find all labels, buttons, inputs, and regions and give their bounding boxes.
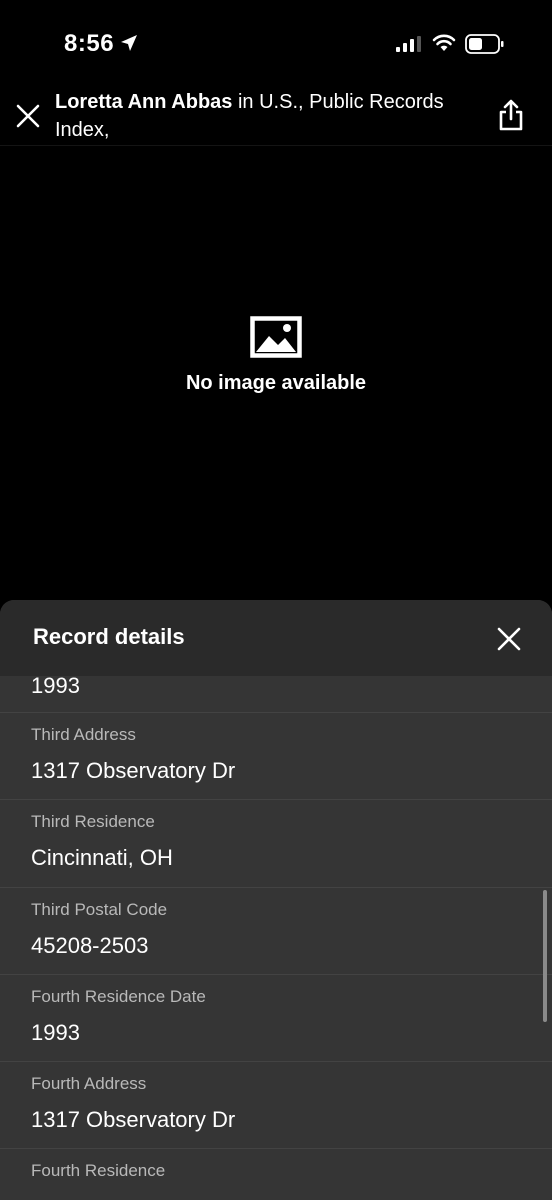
field-third-postal-code: Third Postal Code 45208-2503 [0,887,552,974]
field-label: Third Residence [31,812,155,831]
field-label: Third Address [31,725,136,744]
top-bar: Loretta Ann Abbas in U.S., Public Record… [0,86,552,146]
no-image-text: No image available [185,372,367,394]
status-bar: 8:56 [0,0,552,90]
field-third-residence: Third Residence Cincinnati, OH [0,799,552,886]
cellular-signal-icon [396,36,421,52]
field-fourth-residence: Fourth Residence [0,1148,552,1200]
field-fourth-residence-date: Fourth Residence Date 1993 [0,974,552,1061]
scrollbar[interactable] [543,890,547,1022]
field-label: Third Postal Code [31,900,168,919]
record-title: Loretta Ann Abbas in U.S., Public Record… [55,88,475,144]
field-label: Fourth Address [31,1074,147,1093]
person-name: Loretta Ann Abbas [55,91,233,113]
battery-icon [465,34,504,54]
field-value: Cincinnati, OH [31,845,173,870]
record-details-sheet: Record details 1993 Third Address 1317 O… [0,600,552,1200]
close-sheet-icon[interactable] [495,625,523,653]
field-label: Fourth Residence Date [31,987,206,1006]
close-icon[interactable] [14,102,42,130]
field-label: Fourth Residence [31,1161,166,1180]
sheet-header: Record details [0,600,552,676]
location-arrow-icon [121,35,137,51]
field-value: 1317 Observatory Dr [31,758,236,783]
share-icon[interactable] [496,98,526,132]
image-placeholder-icon [250,316,302,358]
sheet-title: Record details [33,624,185,649]
field-third-address: Third Address 1317 Observatory Dr [0,712,552,799]
status-time: 8:56 [64,30,115,57]
field-fourth-address: Fourth Address 1317 Observatory Dr [0,1061,552,1148]
field-value: 45208-2503 [31,933,149,958]
field-value: 1993 [31,673,80,698]
wifi-icon [432,34,456,51]
field-value: 1317 Observatory Dr [31,1107,236,1132]
field-value: 1993 [31,1020,80,1045]
no-image-placeholder: No image available [0,316,552,395]
